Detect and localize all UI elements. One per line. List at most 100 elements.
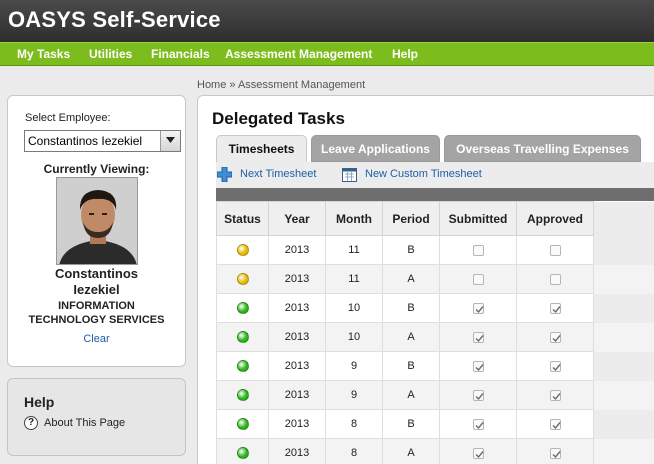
table-row[interactable]: 2013 11 B <box>216 235 654 265</box>
column-header-year[interactable]: Year <box>268 201 326 236</box>
employee-photo <box>56 177 138 265</box>
column-header-approved[interactable]: Approved <box>516 201 594 236</box>
month-cell: 9 <box>325 351 383 381</box>
status-approved-icon <box>236 302 249 315</box>
submitted-checkbox[interactable] <box>472 389 484 401</box>
next-timesheet-link[interactable]: Next Timesheet <box>240 168 316 180</box>
submitted-cell <box>439 380 517 410</box>
month-cell: 10 <box>325 322 383 352</box>
approved-checkbox[interactable] <box>549 447 561 459</box>
month-cell: 11 <box>325 264 383 294</box>
table-row[interactable]: 2013 10 B <box>216 293 654 323</box>
submitted-cell <box>439 438 517 464</box>
nav-financials[interactable]: Financials <box>151 47 210 61</box>
approved-checkbox[interactable] <box>549 331 561 343</box>
submitted-checkbox[interactable] <box>472 302 484 314</box>
nav-assessment-management[interactable]: Assessment Management <box>225 47 372 61</box>
period-cell: B <box>382 409 440 439</box>
status-pending-icon <box>236 273 249 286</box>
month-cell: 9 <box>325 380 383 410</box>
grid-filler <box>593 409 654 439</box>
main-nav: My Tasks Utilities Financials Assessment… <box>0 42 654 66</box>
status-cell <box>216 264 269 294</box>
timesheets-table: Status Year Month Period Submitted Appro… <box>216 201 654 464</box>
tab-overseas-travelling-expenses[interactable]: Overseas Travelling Expenses <box>444 135 641 162</box>
submitted-cell <box>439 322 517 352</box>
approved-cell <box>516 380 594 410</box>
timesheets-table-body: 2013 11 B 2013 11 A 2013 10 B 2013 10 A 2013 9 B 2013 9 A… <box>216 235 654 464</box>
submitted-checkbox[interactable] <box>472 244 484 256</box>
approved-cell <box>516 409 594 439</box>
submitted-checkbox[interactable] <box>472 331 484 343</box>
period-cell: B <box>382 351 440 381</box>
year-cell: 2013 <box>268 351 326 381</box>
table-row[interactable]: 2013 8 A <box>216 438 654 464</box>
employee-select-value: Constantinos Iezekiel <box>28 134 143 148</box>
plus-icon <box>217 167 232 182</box>
approved-checkbox[interactable] <box>549 360 561 372</box>
period-cell: A <box>382 380 440 410</box>
submitted-checkbox[interactable] <box>472 273 484 285</box>
calendar-icon <box>342 168 357 182</box>
about-this-page-link[interactable]: About This Page <box>44 417 125 429</box>
status-cell <box>216 293 269 323</box>
department-line-2: TECHNOLOGY SERVICES <box>28 314 165 326</box>
tab-timesheets[interactable]: Timesheets <box>216 135 307 163</box>
grid-filler <box>593 351 654 381</box>
employee-panel: Select Employee: Constantinos Iezekiel C… <box>7 95 186 367</box>
table-row[interactable]: 2013 9 A <box>216 380 654 410</box>
status-cell <box>216 322 269 352</box>
app-header: OASYS Self-Service <box>0 0 654 42</box>
status-cell <box>216 409 269 439</box>
approved-cell <box>516 293 594 323</box>
period-cell: B <box>382 293 440 323</box>
person-photo-icon <box>57 178 137 264</box>
approved-checkbox[interactable] <box>549 273 561 285</box>
year-cell: 2013 <box>268 409 326 439</box>
month-cell: 8 <box>325 409 383 439</box>
grid-toolbar: Next Timesheet New Custom Timesheet <box>216 162 654 188</box>
nav-utilities[interactable]: Utilities <box>89 47 132 61</box>
submitted-cell <box>439 264 517 294</box>
column-header-status[interactable]: Status <box>216 201 269 236</box>
status-cell <box>216 380 269 410</box>
currently-viewing-label: Currently Viewing: <box>43 162 150 176</box>
table-row[interactable]: 2013 10 A <box>216 322 654 352</box>
year-cell: 2013 <box>268 293 326 323</box>
approved-checkbox[interactable] <box>549 302 561 314</box>
approved-checkbox[interactable] <box>549 244 561 256</box>
table-row[interactable]: 2013 8 B <box>216 409 654 439</box>
grid-filler <box>593 293 654 323</box>
approved-checkbox[interactable] <box>549 418 561 430</box>
help-title: Help <box>24 394 55 410</box>
column-header-period[interactable]: Period <box>382 201 440 236</box>
page-title: Delegated Tasks <box>212 109 345 128</box>
chevron-down-icon <box>166 137 175 143</box>
period-cell: A <box>382 438 440 464</box>
year-cell: 2013 <box>268 235 326 265</box>
submitted-checkbox[interactable] <box>472 360 484 372</box>
nav-help[interactable]: Help <box>392 47 418 61</box>
table-row[interactable]: 2013 11 A <box>216 264 654 294</box>
approved-checkbox[interactable] <box>549 389 561 401</box>
tab-leave-applications[interactable]: Leave Applications <box>311 135 440 162</box>
dropdown-button[interactable] <box>160 131 180 151</box>
submitted-cell <box>439 293 517 323</box>
grid-filler <box>593 322 654 352</box>
table-row[interactable]: 2013 9 B <box>216 351 654 381</box>
column-header-month[interactable]: Month <box>325 201 383 236</box>
nav-my-tasks[interactable]: My Tasks <box>17 47 70 61</box>
approved-cell <box>516 351 594 381</box>
clear-link[interactable]: Clear <box>8 333 185 345</box>
submitted-checkbox[interactable] <box>472 447 484 459</box>
approved-cell <box>516 322 594 352</box>
employee-select[interactable]: Constantinos Iezekiel <box>24 130 181 152</box>
app-title: OASYS Self-Service <box>8 7 221 32</box>
submitted-checkbox[interactable] <box>472 418 484 430</box>
status-approved-icon <box>236 331 249 344</box>
new-custom-timesheet-link[interactable]: New Custom Timesheet <box>365 168 482 180</box>
column-header-submitted[interactable]: Submitted <box>439 201 517 236</box>
year-cell: 2013 <box>268 264 326 294</box>
month-cell: 11 <box>325 235 383 265</box>
year-cell: 2013 <box>268 438 326 464</box>
